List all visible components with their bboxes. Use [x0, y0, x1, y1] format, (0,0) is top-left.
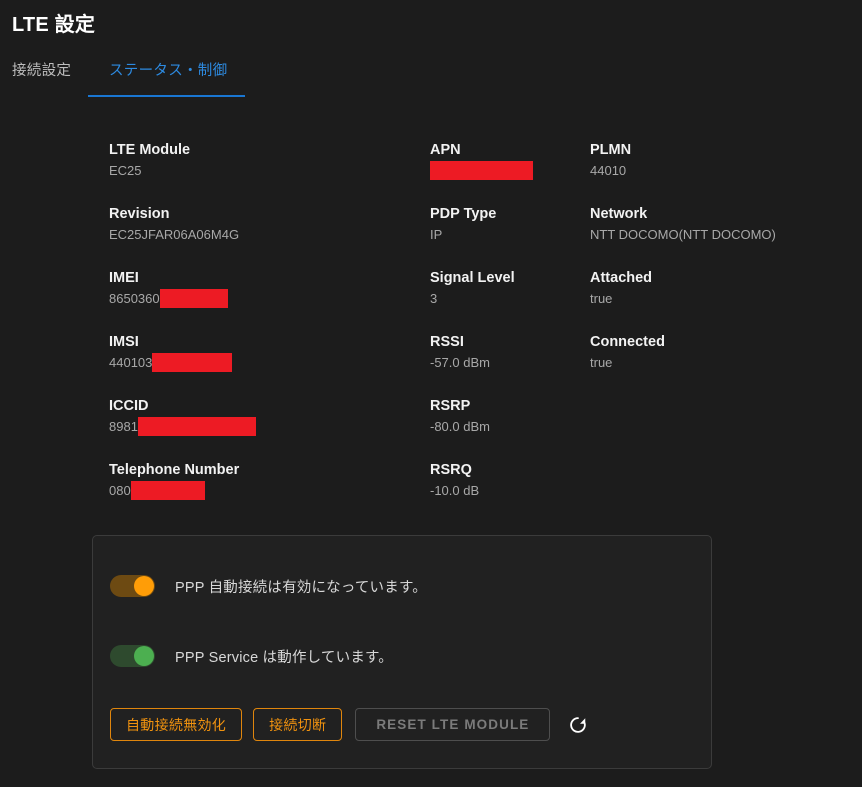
- info-value: [430, 161, 580, 180]
- info-label: Connected: [590, 334, 665, 350]
- info-value: 44010: [590, 161, 790, 180]
- page-title: LTE 設定: [12, 14, 96, 36]
- info-value: 3: [430, 289, 580, 308]
- redaction-bar: [137, 417, 256, 436]
- tab-active-underline: [88, 95, 245, 97]
- info-label: LTE Module: [109, 142, 191, 158]
- info-item-revision: Revision EC25JFAR06A06M4G: [109, 204, 409, 268]
- info-item-apn: APN: [430, 140, 580, 204]
- info-label: RSRQ: [430, 462, 472, 478]
- info-value-text: 44010: [590, 163, 627, 178]
- info-value-text: 440103: [109, 355, 153, 370]
- redaction-bar: [130, 481, 205, 500]
- info-value: IP: [430, 225, 580, 244]
- info-value-text: 3: [430, 291, 438, 306]
- toggle-row-auto-connect: PPP 自動接続は有効になっています。: [110, 575, 427, 597]
- tab-status-control[interactable]: ステータス・制御: [109, 60, 227, 94]
- info-value-text: 8981: [109, 419, 138, 434]
- info-item-rssi: RSSI -57.0 dBm: [430, 332, 580, 396]
- info-label: Signal Level: [430, 270, 515, 286]
- info-item-lte-module: LTE Module EC25: [109, 140, 409, 204]
- info-value: true: [590, 289, 790, 308]
- toggle-row-ppp-service: PPP Service は動作しています。: [110, 645, 393, 667]
- info-column-2: APN PDP Type IP Signal Level 3 RSSI -57.…: [430, 140, 580, 524]
- toggle-ppp-service[interactable]: [110, 645, 155, 667]
- info-value: EC25JFAR06A06M4G: [109, 225, 409, 244]
- tab-bar: 接続設定 ステータス・制御: [0, 60, 862, 100]
- toggle-knob: [134, 646, 154, 666]
- info-value-text: 8650360: [109, 291, 160, 306]
- toggle-auto-connect-label: PPP 自動接続は有効になっています。: [175, 579, 427, 596]
- info-label: Telephone Number: [109, 462, 240, 478]
- info-item-rsrp: RSRP -80.0 dBm: [430, 396, 580, 460]
- info-value: true: [590, 353, 790, 372]
- info-value-text: EC25JFAR06A06M4G: [109, 227, 240, 242]
- info-value: 080: [109, 481, 409, 500]
- info-value-text: -80.0 dBm: [430, 419, 490, 434]
- info-item-telephone-number: Telephone Number 080: [109, 460, 409, 524]
- info-value-text: true: [590, 291, 613, 306]
- redaction-bar: [152, 353, 233, 372]
- toggle-auto-connect[interactable]: [110, 575, 155, 597]
- info-value: -80.0 dBm: [430, 417, 580, 436]
- reset-lte-module-button: RESET LTE MODULE: [355, 708, 551, 741]
- info-label: RSSI: [430, 334, 464, 350]
- info-label: Revision: [109, 206, 170, 222]
- info-label: PLMN: [590, 142, 632, 158]
- disable-auto-connect-button[interactable]: 自動接続無効化: [110, 708, 243, 741]
- info-value: -57.0 dBm: [430, 353, 580, 372]
- info-item-plmn: PLMN 44010: [590, 140, 790, 204]
- info-column-1: LTE Module EC25 Revision EC25JFAR06A06M4…: [109, 140, 409, 524]
- info-label: Network: [590, 206, 648, 222]
- info-item-pdp-type: PDP Type IP: [430, 204, 580, 268]
- info-value-text: true: [590, 355, 613, 370]
- control-button-row: 自動接続無効化 接続切断 RESET LTE MODULE: [110, 708, 593, 741]
- info-item-imei: IMEI 8650360: [109, 268, 409, 332]
- info-value: EC25: [109, 161, 409, 180]
- info-value-text: IP: [430, 227, 443, 242]
- info-label: ICCID: [109, 398, 149, 414]
- info-item-attached: Attached true: [590, 268, 790, 332]
- info-label: IMSI: [109, 334, 139, 350]
- info-column-3: PLMN 44010 Network NTT DOCOMO(NTT DOCOMO…: [590, 140, 790, 396]
- info-value-text: EC25: [109, 163, 142, 178]
- info-label: IMEI: [109, 270, 139, 286]
- info-item-network: Network NTT DOCOMO(NTT DOCOMO): [590, 204, 790, 268]
- info-value: 8981: [109, 417, 409, 436]
- redaction-bar: [159, 289, 228, 308]
- info-value-text: 080: [109, 483, 131, 498]
- info-label: Attached: [590, 270, 653, 286]
- info-item-connected: Connected true: [590, 332, 790, 396]
- info-item-signal-level: Signal Level 3: [430, 268, 580, 332]
- info-value-text: -10.0 dB: [430, 483, 480, 498]
- info-value: 8650360: [109, 289, 409, 308]
- info-value: -10.0 dB: [430, 481, 580, 500]
- disconnect-button[interactable]: 接続切断: [253, 708, 343, 741]
- info-item-iccid: ICCID 8981: [109, 396, 409, 460]
- info-value-text: -57.0 dBm: [430, 355, 490, 370]
- info-value: NTT DOCOMO(NTT DOCOMO): [590, 227, 776, 242]
- info-label: PDP Type: [430, 206, 497, 222]
- redaction-bar: [430, 161, 533, 180]
- ppp-control-card: PPP 自動接続は有効になっています。 PPP Service は動作しています…: [92, 535, 712, 769]
- refresh-icon[interactable]: [563, 710, 593, 740]
- info-label: APN: [430, 142, 461, 158]
- info-value: 440103: [109, 353, 409, 372]
- info-label: RSRP: [430, 398, 471, 414]
- toggle-knob: [134, 576, 154, 596]
- info-item-rsrq: RSRQ -10.0 dB: [430, 460, 580, 524]
- tab-connection-settings[interactable]: 接続設定: [12, 60, 71, 94]
- info-item-imsi: IMSI 440103: [109, 332, 409, 396]
- toggle-ppp-service-label: PPP Service は動作しています。: [175, 649, 393, 666]
